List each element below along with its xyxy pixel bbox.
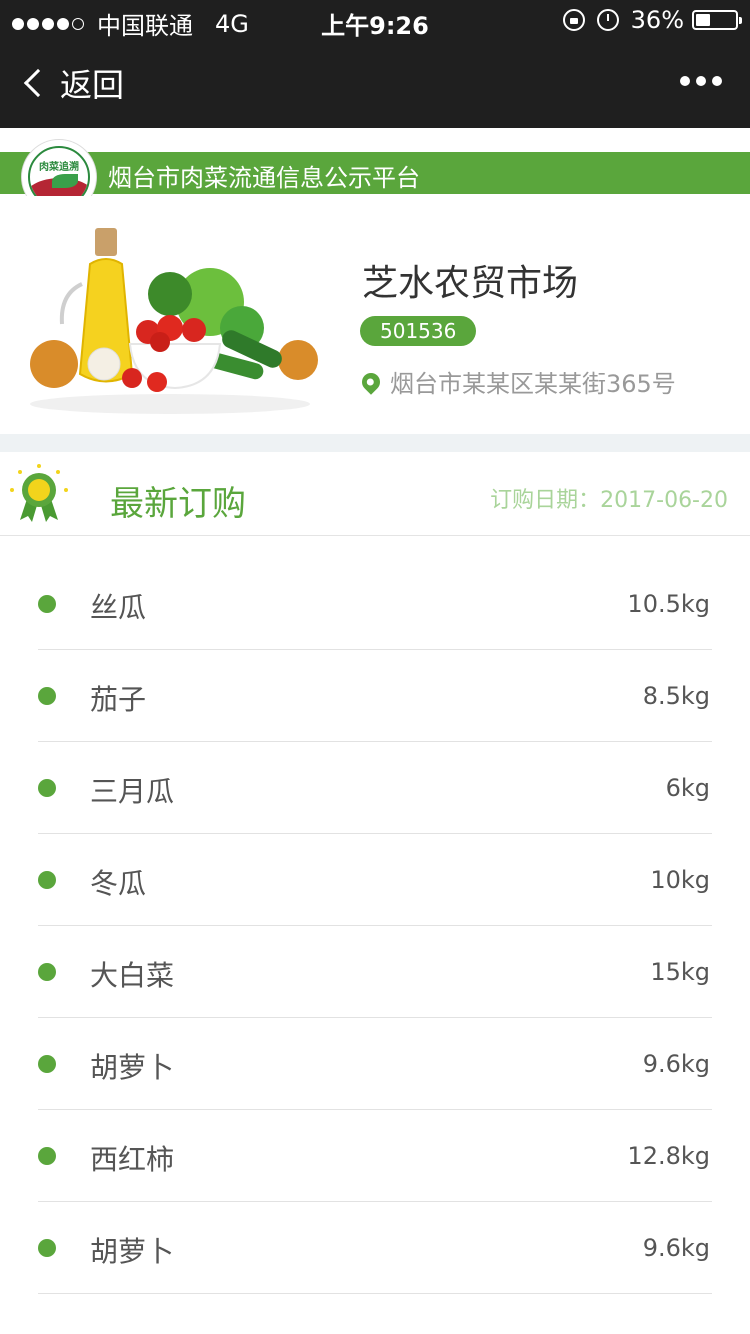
item-name: 大白菜 bbox=[90, 959, 175, 992]
market-name: 芝水农贸市场 bbox=[362, 263, 579, 304]
item-quantity: 8.5kg bbox=[642, 682, 710, 710]
list-item[interactable]: 胡萝卜 9.6kg bbox=[38, 1018, 712, 1110]
bullet-icon bbox=[38, 1147, 56, 1165]
more-dot-icon bbox=[696, 76, 706, 86]
item-quantity: 10.5kg bbox=[627, 590, 710, 618]
order-date: 订购日期：2017-06-20 bbox=[490, 488, 728, 513]
rotation-lock-icon bbox=[562, 9, 585, 31]
more-dot-icon bbox=[712, 76, 722, 86]
award-medal-icon bbox=[10, 464, 68, 522]
item-name: 西红柿 bbox=[90, 1143, 175, 1176]
bullet-icon bbox=[38, 871, 56, 889]
bullet-icon bbox=[38, 1239, 56, 1257]
item-quantity: 15kg bbox=[650, 958, 710, 986]
platform-title: 烟台市肉菜流通信息公示平台 bbox=[108, 164, 420, 192]
list-item[interactable]: 胡萝卜 9.6kg bbox=[38, 1202, 712, 1294]
list-item[interactable]: 大白菜 15kg bbox=[38, 926, 712, 1018]
list-item[interactable]: 西红柿 12.8kg bbox=[38, 1110, 712, 1202]
list-item[interactable]: 茄子 8.5kg bbox=[38, 650, 712, 742]
back-button[interactable]: 返回 bbox=[18, 60, 124, 106]
section-title: 最新订购 bbox=[110, 484, 246, 524]
item-quantity: 12.8kg bbox=[627, 1142, 710, 1170]
list-item[interactable]: 冬瓜 10kg bbox=[38, 834, 712, 926]
bullet-icon bbox=[38, 687, 56, 705]
vegetables-image bbox=[30, 228, 318, 414]
address-text: 烟台市某某区某某街365号 bbox=[390, 370, 676, 398]
status-bar: 中国联通 4G 上午9:26 36% bbox=[0, 0, 750, 40]
back-label: 返回 bbox=[60, 66, 125, 104]
battery-icon bbox=[692, 10, 742, 30]
leaf-icon bbox=[52, 174, 78, 188]
logo-text: 肉菜追溯 bbox=[39, 162, 79, 173]
bullet-icon bbox=[38, 595, 56, 613]
alarm-icon bbox=[596, 9, 619, 31]
chevron-left-icon bbox=[23, 68, 53, 98]
list-item[interactable]: 三月瓜 6kg bbox=[38, 742, 712, 834]
bullet-icon bbox=[38, 1055, 56, 1073]
more-options-button[interactable] bbox=[674, 76, 722, 86]
item-name: 丝瓜 bbox=[90, 591, 147, 624]
item-name: 三月瓜 bbox=[90, 775, 175, 808]
bullet-icon bbox=[38, 779, 56, 797]
item-name: 胡萝卜 bbox=[90, 1051, 175, 1084]
list-item[interactable]: 丝瓜 10.5kg bbox=[38, 558, 712, 650]
market-card: 芝水农贸市场 501536 烟台市某某区某某街365号 bbox=[0, 196, 750, 434]
status-right: 36% bbox=[562, 6, 742, 34]
item-quantity: 9.6kg bbox=[642, 1050, 710, 1078]
market-address: 烟台市某某区某某街365号 bbox=[358, 364, 676, 399]
location-pin-icon bbox=[358, 368, 384, 395]
order-list: 丝瓜 10.5kg 茄子 8.5kg 三月瓜 6kg 冬瓜 10kg 大白菜 15kg 胡萝卜 9.6… bbox=[38, 558, 712, 1294]
battery-percent: 36% bbox=[630, 6, 684, 34]
section-divider bbox=[0, 434, 750, 452]
market-code-badge: 501536 bbox=[360, 316, 477, 346]
item-quantity: 10kg bbox=[650, 866, 710, 894]
item-name: 胡萝卜 bbox=[90, 1235, 175, 1268]
platform-banner: 烟台市肉菜流通信息公示平台 bbox=[0, 152, 750, 194]
nav-bar: 返回 bbox=[0, 40, 750, 128]
battery-level bbox=[696, 14, 710, 26]
bullet-icon bbox=[38, 963, 56, 981]
item-name: 茄子 bbox=[90, 683, 147, 716]
more-dot-icon bbox=[680, 76, 690, 86]
item-quantity: 6kg bbox=[665, 774, 710, 802]
orders-header: 最新订购 订购日期：2017-06-20 bbox=[0, 452, 750, 536]
item-quantity: 9.6kg bbox=[642, 1234, 710, 1262]
item-name: 冬瓜 bbox=[90, 867, 147, 900]
